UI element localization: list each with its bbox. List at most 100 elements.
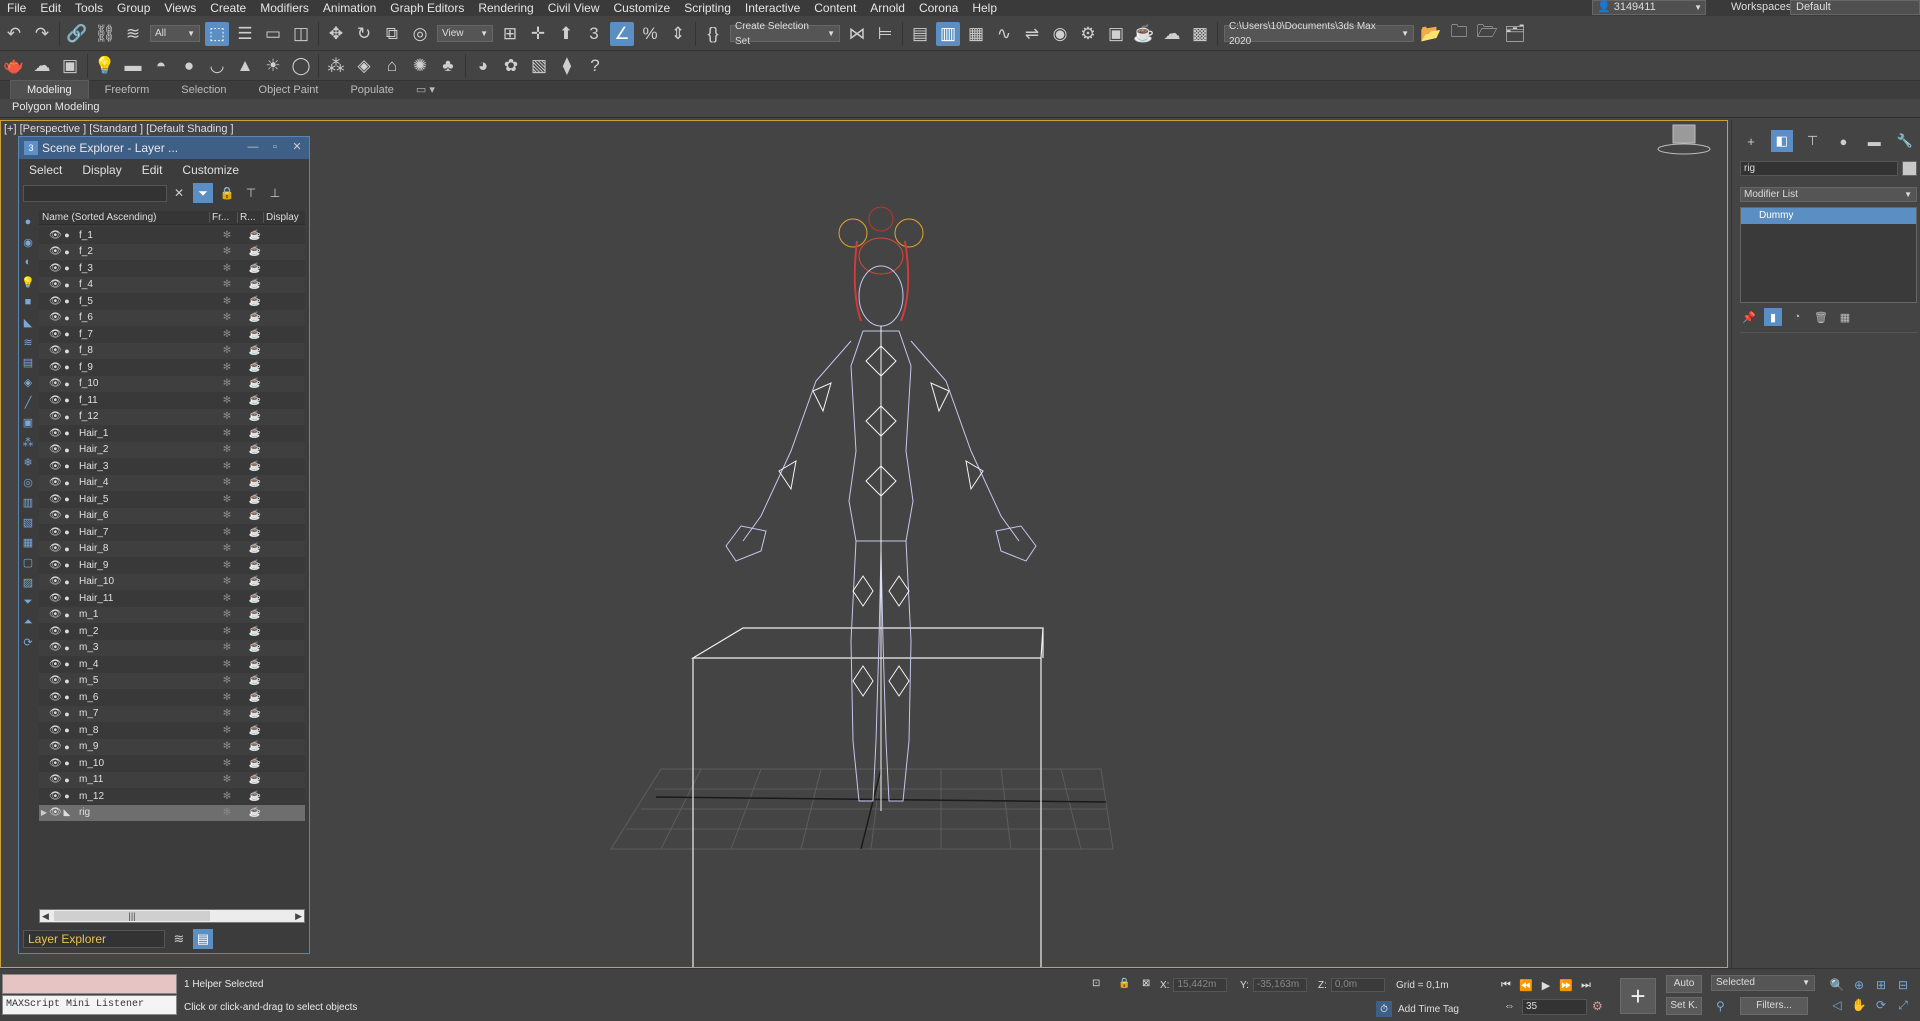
selection-lock-icon[interactable]: 🔒 xyxy=(1118,978,1130,989)
scroll-left-icon[interactable]: ◀ xyxy=(42,911,49,922)
project-folder-select[interactable]: C:\Users\10\Documents\3ds Max 2020 ▼ xyxy=(1224,21,1414,47)
select-and-move-icon[interactable]: ✥ xyxy=(324,22,348,46)
menu-select[interactable]: Select xyxy=(19,163,72,177)
freeze-icon[interactable]: ✻ xyxy=(213,494,241,505)
list-item[interactable]: 👁 ● Hair_8 ✻ ☕ xyxy=(39,540,305,557)
column-name[interactable]: Name (Sorted Ascending) xyxy=(39,212,209,223)
menu-tools[interactable]: Tools xyxy=(68,0,110,16)
dome-icon[interactable]: ◓ xyxy=(149,54,173,78)
freeze-icon[interactable]: ✻ xyxy=(213,543,241,554)
modifier-list-select[interactable]: Modifier List ▼ xyxy=(1740,187,1917,202)
render-setup-icon[interactable]: ⚙ xyxy=(1076,22,1100,46)
pivot-center-icon[interactable]: ⊞ xyxy=(498,22,522,46)
renderable-icon[interactable]: ☕ xyxy=(241,230,269,241)
sync-selection-icon[interactable]: ⟳ xyxy=(21,633,35,651)
visibility-eye-icon[interactable]: 👁 xyxy=(49,774,62,785)
display-tab-icon[interactable]: ▬ xyxy=(1863,130,1885,152)
renderable-icon[interactable]: ☕ xyxy=(241,642,269,653)
list-item[interactable]: 👁 ● Hair_10 ✻ ☕ xyxy=(39,573,305,590)
renderable-icon[interactable]: ☕ xyxy=(241,279,269,290)
percent-snap-icon[interactable]: % xyxy=(638,22,662,46)
project-create-icon[interactable]: 🗂 xyxy=(1503,22,1527,46)
renderable-icon[interactable]: ☕ xyxy=(241,758,269,769)
filter-icon[interactable]: ⏷ xyxy=(193,183,213,203)
layers-icon[interactable]: ≋ xyxy=(169,929,189,949)
coord-z-field[interactable]: 0,0m xyxy=(1330,978,1385,992)
visibility-eye-icon[interactable]: 👁 xyxy=(49,642,62,653)
renderable-icon[interactable]: ☕ xyxy=(241,609,269,620)
renderable-icon[interactable]: ☕ xyxy=(241,494,269,505)
utilities-tab-icon[interactable]: 🔧 xyxy=(1894,130,1916,152)
renderable-icon[interactable]: ☕ xyxy=(241,576,269,587)
list-item[interactable]: 👁 ● f_10 ✻ ☕ xyxy=(39,375,305,392)
list-item[interactable]: 👁 ● f_2 ✻ ☕ xyxy=(39,243,305,260)
visibility-eye-icon[interactable]: 👁 xyxy=(49,741,62,752)
list-item[interactable]: 👁 ● Hair_2 ✻ ☕ xyxy=(39,441,305,458)
renderable-icon[interactable]: ☕ xyxy=(241,543,269,554)
freeze-icon[interactable]: ✻ xyxy=(213,246,241,257)
camera-icon[interactable]: ⌂ xyxy=(380,54,404,78)
shapes-filter-icon[interactable]: ◐ xyxy=(21,253,35,271)
project-set-icon[interactable]: 🗁 xyxy=(1475,22,1499,46)
visibility-eye-icon[interactable]: 👁 xyxy=(49,626,62,637)
renderable-icon[interactable]: ☕ xyxy=(241,246,269,257)
ribbon-panel-label[interactable]: Polygon Modeling xyxy=(12,101,99,113)
renderable-icon[interactable]: ☕ xyxy=(241,791,269,802)
filter-toggle-icon[interactable]: ⏷ xyxy=(21,593,35,611)
renderable-icon[interactable]: ☕ xyxy=(241,741,269,752)
renderable-icon[interactable]: ☕ xyxy=(241,312,269,323)
add-time-tag[interactable]: ⏱ Add Time Tag xyxy=(1376,1001,1459,1017)
freeze-icon[interactable]: ✻ xyxy=(213,312,241,323)
zoom-extents-icon[interactable]: ⊞ xyxy=(1870,975,1892,995)
list-item[interactable]: 👁 ● f_12 ✻ ☕ xyxy=(39,408,305,425)
renderable-icon[interactable]: ☕ xyxy=(241,692,269,703)
viewport-label[interactable]: [+] [Perspective ] [Standard ] [Default … xyxy=(4,123,234,135)
pin-stack-icon[interactable]: 📌 xyxy=(1740,308,1758,326)
menu-customize[interactable]: Customize xyxy=(172,163,249,177)
toggle-scene-explorer-icon[interactable]: ▤ xyxy=(908,22,932,46)
keyboard-shortcut-toggle-icon[interactable]: ⬆ xyxy=(554,22,578,46)
bind-space-warp-icon[interactable]: ≋ xyxy=(121,22,145,46)
zoom-icon[interactable]: 🔍 xyxy=(1826,975,1848,995)
select-and-rotate-icon[interactable]: ↻ xyxy=(352,22,376,46)
list-item[interactable]: 👁 ● m_4 ✻ ☕ xyxy=(39,656,305,673)
menu-create[interactable]: Create xyxy=(203,0,253,16)
select-invert-icon[interactable]: ▨ xyxy=(21,573,35,591)
freeze-icon[interactable]: ✻ xyxy=(213,774,241,785)
coord-y-field[interactable]: -35,163m xyxy=(1252,978,1307,992)
display-children-icon[interactable]: ▥ xyxy=(21,493,35,511)
list-item[interactable]: 👁 ● m_8 ✻ ☕ xyxy=(39,722,305,739)
column-display[interactable]: Display xyxy=(263,212,299,223)
window-crossing-icon[interactable]: ◫ xyxy=(289,22,313,46)
freeze-icon[interactable]: ✻ xyxy=(213,461,241,472)
list-item[interactable]: 👁 ● Hair_4 ✻ ☕ xyxy=(39,474,305,491)
select-none-icon[interactable]: ▢ xyxy=(21,553,35,571)
list-item[interactable]: 👁 ● f_3 ✻ ☕ xyxy=(39,260,305,277)
list-item[interactable]: 👁 ● Hair_7 ✻ ☕ xyxy=(39,524,305,541)
project-new-icon[interactable]: 🗀 xyxy=(1447,22,1471,46)
material-icon[interactable]: ◕ xyxy=(471,54,495,78)
freeze-icon[interactable]: ✻ xyxy=(213,576,241,587)
visibility-eye-icon[interactable]: 👁 xyxy=(49,329,62,340)
expand-arrow-icon[interactable]: ▶ xyxy=(39,808,49,817)
select-object-icon[interactable]: ⬚ xyxy=(205,21,229,46)
visibility-eye-icon[interactable]: 👁 xyxy=(49,494,62,505)
select-by-name-icon[interactable]: ☰ xyxy=(233,22,257,46)
teapot-icon[interactable]: 🫖 xyxy=(2,54,26,78)
freeze-icon[interactable]: ✻ xyxy=(213,675,241,686)
auto-key-button[interactable]: Auto xyxy=(1666,975,1702,993)
freeze-icon[interactable]: ✻ xyxy=(213,725,241,736)
geometry-filter-icon[interactable]: ◉ xyxy=(21,233,35,251)
sphere-icon[interactable]: ● xyxy=(177,54,201,78)
tab-freeform[interactable]: Freeform xyxy=(89,81,166,99)
freeze-icon[interactable]: ✻ xyxy=(213,741,241,752)
freeze-icon[interactable]: ✻ xyxy=(213,345,241,356)
schematic-view-icon[interactable]: ⇌ xyxy=(1020,22,1044,46)
box-icon[interactable]: ▬ xyxy=(121,54,145,78)
visibility-eye-icon[interactable]: 👁 xyxy=(49,560,62,571)
rendered-frame-window-icon[interactable]: ▣ xyxy=(1104,22,1128,46)
list-item[interactable]: 👁 ● f_5 ✻ ☕ xyxy=(39,293,305,310)
list-item[interactable]: 👁 ● Hair_1 ✻ ☕ xyxy=(39,425,305,442)
orbit-icon[interactable]: ⟳ xyxy=(1870,995,1892,1015)
menu-file[interactable]: File xyxy=(0,0,33,16)
